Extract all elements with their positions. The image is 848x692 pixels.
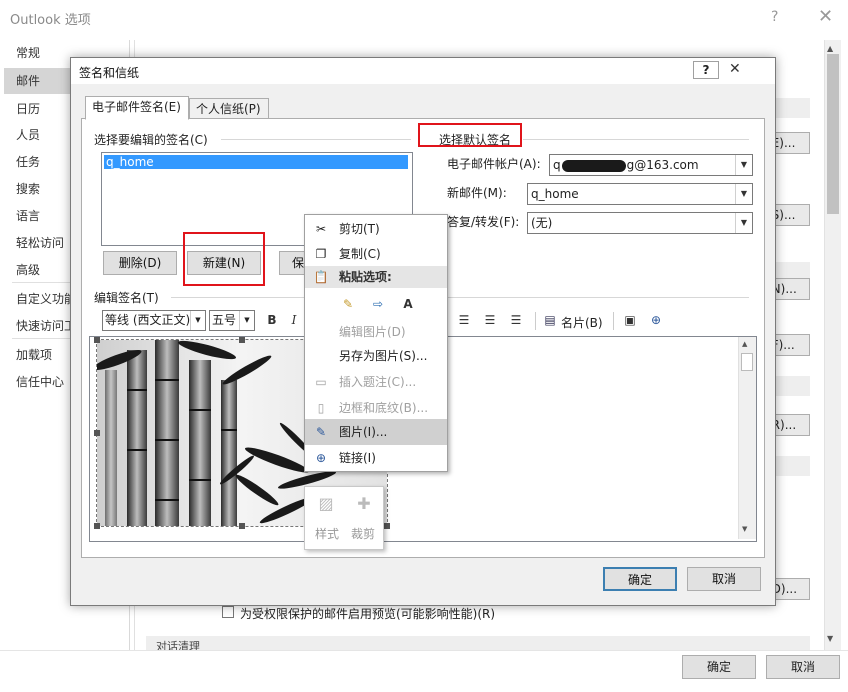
redaction-mark bbox=[561, 159, 626, 172]
font-value: 等线 (西文正文) bbox=[105, 313, 191, 327]
borders-icon: ▯ bbox=[317, 401, 325, 415]
outlook-options-titlebar: Outlook 选项 ? ✕ bbox=[0, 0, 848, 36]
mini-toolbar: ▨ ✚ 样式 裁剪 bbox=[304, 486, 384, 550]
outer-scrollbar[interactable]: ▲ ▼ bbox=[824, 40, 841, 650]
new-message-label: 新邮件(M): bbox=[447, 186, 507, 200]
select-signature-label: 选择要编辑的签名(C) bbox=[94, 133, 208, 147]
copy-icon: ❐ bbox=[315, 247, 327, 261]
paste-text-only-icon[interactable]: A bbox=[399, 295, 417, 313]
resize-handle[interactable] bbox=[94, 523, 100, 529]
reply-forward-value: (无) bbox=[531, 216, 553, 230]
clipboard-icon: 📋 bbox=[313, 270, 329, 284]
highlight-default-signature bbox=[418, 123, 522, 147]
menu-item-link[interactable]: ⊕ 链接(I) bbox=[305, 445, 447, 471]
crop-icon[interactable]: ✚ bbox=[355, 495, 373, 513]
business-card-icon[interactable]: ▤ bbox=[541, 311, 559, 329]
delete-button[interactable]: 删除(D) bbox=[103, 251, 177, 275]
outer-close-icon[interactable]: ✕ bbox=[818, 6, 833, 27]
paste-options-row: ✎ ⇨ A bbox=[337, 291, 447, 317]
align-right-icon[interactable]: ☰ bbox=[507, 311, 525, 329]
menu-item-picture[interactable]: ✎ 图片(I)... bbox=[305, 419, 447, 445]
new-message-select[interactable]: q_home ▼ bbox=[527, 183, 753, 205]
outlook-options-title: Outlook 选项 bbox=[10, 13, 91, 28]
dialog-title: 签名和信纸 bbox=[79, 66, 140, 80]
account-suffix: g@163.com bbox=[626, 158, 699, 172]
divider bbox=[171, 297, 749, 298]
menu-item-copy[interactable]: ❐ 复制(C) bbox=[305, 241, 447, 267]
crop-label: 裁剪 bbox=[351, 527, 376, 541]
reply-forward-label: 答复/转发(F): bbox=[447, 215, 520, 229]
menu-item-cut[interactable]: ✂ 剪切(T) bbox=[305, 216, 447, 242]
hyperlink-icon[interactable]: ⊕ bbox=[647, 311, 665, 329]
account-label: 电子邮件帐户(A): bbox=[447, 157, 541, 171]
outer-cancel-button[interactable]: 取消 bbox=[766, 655, 840, 679]
menu-item-borders-shading: ▯ 边框和底纹(B)... bbox=[305, 395, 447, 421]
menu-item-insert-caption: ▭ 插入题注(C)... bbox=[305, 369, 447, 395]
chevron-down-icon: ▼ bbox=[239, 311, 254, 330]
editor-scrollbar[interactable]: ▲ ▼ bbox=[738, 337, 756, 539]
chevron-down-icon: ▼ bbox=[735, 184, 752, 204]
scissors-icon: ✂ bbox=[315, 222, 327, 236]
signature-list-item[interactable]: q_home bbox=[104, 155, 408, 169]
dialog-close-icon[interactable]: ✕ bbox=[729, 61, 741, 77]
toolbar-separator bbox=[613, 312, 614, 330]
menu-item-edit-picture: 编辑图片(D) bbox=[339, 325, 406, 339]
style-label: 样式 bbox=[315, 527, 340, 541]
chevron-down-icon: ▼ bbox=[735, 213, 752, 233]
new-message-value: q_home bbox=[531, 187, 579, 201]
divider bbox=[523, 139, 749, 140]
paste-keep-format-icon[interactable]: ✎ bbox=[339, 295, 357, 313]
style-icon[interactable]: ▨ bbox=[317, 495, 335, 513]
link-icon: ⊕ bbox=[315, 451, 327, 465]
align-center-icon[interactable]: ☰ bbox=[481, 311, 499, 329]
italic-icon[interactable]: I bbox=[285, 311, 303, 329]
outer-help-icon[interactable]: ? bbox=[771, 9, 778, 25]
dialog-help-icon[interactable]: ? bbox=[693, 61, 719, 79]
font-size-select[interactable]: 五号 ▼ bbox=[209, 310, 255, 331]
account-select[interactable]: q g@163.com ▼ bbox=[549, 154, 753, 176]
divider bbox=[221, 139, 411, 140]
insert-picture-icon[interactable]: ▣ bbox=[621, 311, 639, 329]
dialog-titlebar: 签名和信纸 ? ✕ bbox=[71, 58, 775, 84]
resize-handle[interactable] bbox=[239, 523, 245, 529]
tab-personal-stationery[interactable]: 个人信纸(P) bbox=[189, 98, 269, 120]
context-menu: ✂ 剪切(T) ❐ 复制(C) 📋 粘贴选项: ✎ ⇨ A 编辑图片(D) 另存… bbox=[304, 214, 448, 472]
preview-checkbox-label: 为受权限保护的邮件启用预览(可能影响性能)(R) bbox=[240, 607, 496, 621]
picture-icon: ✎ bbox=[315, 425, 327, 439]
business-card-label[interactable]: 名片(B) bbox=[561, 314, 603, 331]
highlight-new-button bbox=[183, 232, 265, 286]
font-select[interactable]: 等线 (西文正文) ▼ bbox=[102, 310, 206, 331]
resize-handle[interactable] bbox=[384, 523, 390, 529]
preview-checkbox[interactable] bbox=[222, 606, 234, 618]
account-prefix: q bbox=[553, 158, 561, 172]
chevron-down-icon: ▼ bbox=[735, 155, 752, 175]
toolbar-separator bbox=[535, 312, 536, 330]
reply-forward-select[interactable]: (无) ▼ bbox=[527, 212, 753, 234]
tab-email-signature[interactable]: 电子邮件签名(E) bbox=[85, 96, 189, 120]
outer-footer: 确定 取消 bbox=[0, 650, 848, 692]
chevron-down-icon: ▼ bbox=[190, 311, 205, 330]
align-left-icon[interactable]: ☰ bbox=[455, 311, 473, 329]
resize-handle[interactable] bbox=[94, 430, 100, 436]
caption-icon: ▭ bbox=[315, 375, 327, 389]
edit-signature-label: 编辑签名(T) bbox=[94, 291, 159, 305]
bold-icon[interactable]: B bbox=[263, 311, 281, 329]
resize-handle[interactable] bbox=[94, 337, 100, 343]
dialog-ok-button[interactable]: 确定 bbox=[603, 567, 677, 591]
dialog-cancel-button[interactable]: 取消 bbox=[687, 567, 761, 591]
menu-header-paste-options: 📋 粘贴选项: bbox=[305, 266, 447, 288]
outer-ok-button[interactable]: 确定 bbox=[682, 655, 756, 679]
font-size-value: 五号 bbox=[212, 313, 237, 327]
menu-item-save-as-picture[interactable]: 另存为图片(S)... bbox=[305, 343, 447, 369]
resize-handle[interactable] bbox=[239, 337, 245, 343]
paste-merge-format-icon[interactable]: ⇨ bbox=[369, 295, 387, 313]
